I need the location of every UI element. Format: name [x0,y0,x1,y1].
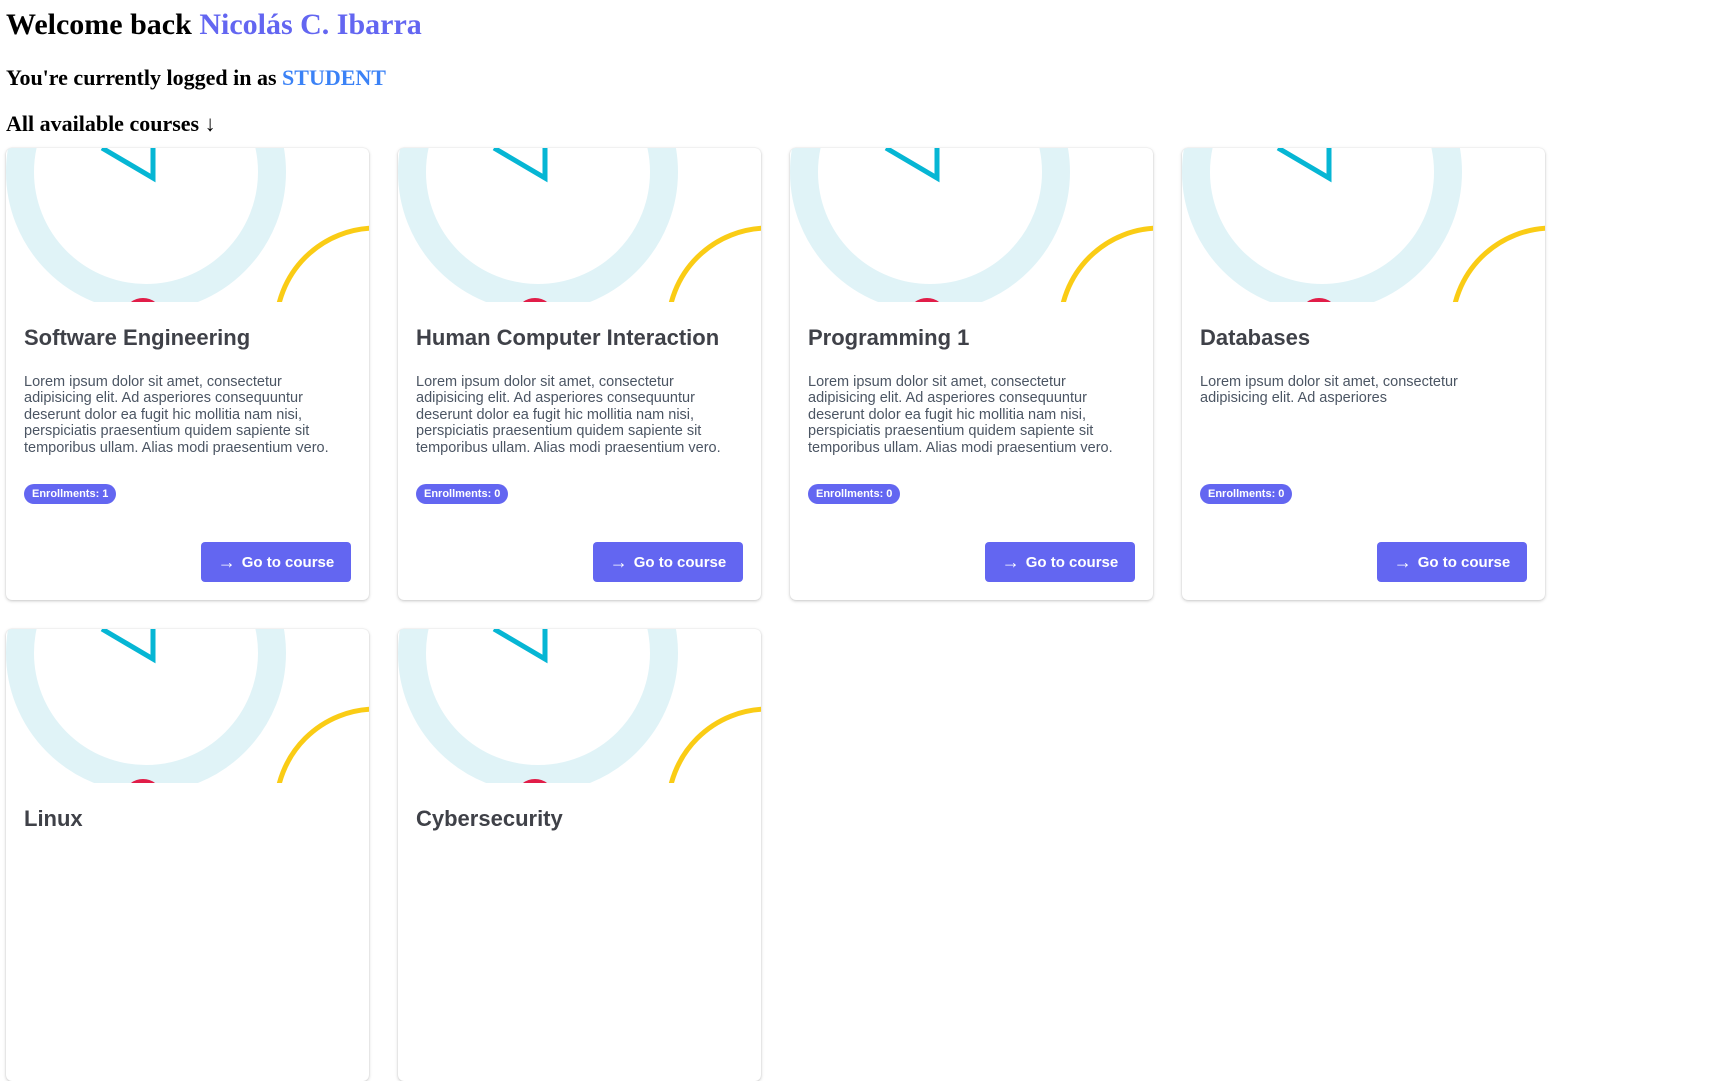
go-to-course-label: Go to course [1025,553,1119,571]
course-description [24,855,351,943]
go-to-course-button[interactable]: → Go to course [593,542,743,582]
course-title: Software Engineering [24,325,251,350]
go-to-course-button[interactable]: → Go to course [201,542,351,582]
role-name: STUDENT [282,65,386,90]
course-grid: Software Engineering Lorem ipsum dolor s… [6,148,1723,1081]
arrow-right-icon: → [609,552,628,572]
page: Welcome back Nicolás C. Ibarra You're cu… [0,6,1729,1081]
course-title: Linux [24,806,83,831]
welcome-prefix: Welcome back [6,8,192,41]
role-line: You're currently logged in as STUDENT [6,64,1723,92]
course-card-art [6,148,369,302]
course-card-art [398,148,761,302]
course-card: Software Engineering Lorem ipsum dolor s… [6,148,369,600]
enrollments-badge: Enrollments: 0 [1200,484,1293,504]
course-title: Databases [1200,325,1311,350]
course-card-art [1182,148,1545,302]
course-title: Human Computer Interaction [416,325,720,350]
course-card: Databases Lorem ipsum dolor sit amet, co… [1182,148,1545,600]
arrow-right-icon: → [1393,552,1412,572]
course-card: Human Computer Interaction Lorem ipsum d… [398,148,761,600]
course-description: Lorem ipsum dolor sit amet, consectetur … [1200,374,1458,407]
arrow-right-icon: → [217,552,236,572]
course-title: Programming 1 [808,325,970,350]
course-card-art [6,629,369,783]
course-card: Programming 1 Lorem ipsum dolor sit amet… [790,148,1153,600]
go-to-course-button[interactable]: → Go to course [1377,542,1527,582]
course-description [416,855,743,943]
role-prefix: You're currently logged in as [6,65,277,90]
enrollments-badge: Enrollments: 0 [808,484,901,504]
enrollments-badge: Enrollments: 1 [24,484,117,504]
user-name: Nicolás C. Ibarra [199,8,422,41]
course-card: Cybersecurity [398,629,761,1081]
courses-heading: All available courses ↓ [6,111,216,136]
arrow-right-icon: → [1001,552,1020,572]
go-to-course-label: Go to course [1417,553,1511,571]
go-to-course-label: Go to course [633,553,727,571]
course-card: Linux [6,629,369,1081]
course-title: Cybersecurity [416,806,563,831]
course-description: Lorem ipsum dolor sit amet, consectetur … [24,374,329,456]
welcome-heading: Welcome back Nicolás C. Ibarra [6,6,1723,44]
enrollments-badge: Enrollments: 0 [416,484,509,504]
course-description: Lorem ipsum dolor sit amet, consectetur … [416,374,721,456]
course-card-art [790,148,1153,302]
go-to-course-button[interactable]: → Go to course [985,542,1135,582]
go-to-course-label: Go to course [241,553,335,571]
course-card-art [398,629,761,783]
course-description: Lorem ipsum dolor sit amet, consectetur … [808,374,1113,456]
